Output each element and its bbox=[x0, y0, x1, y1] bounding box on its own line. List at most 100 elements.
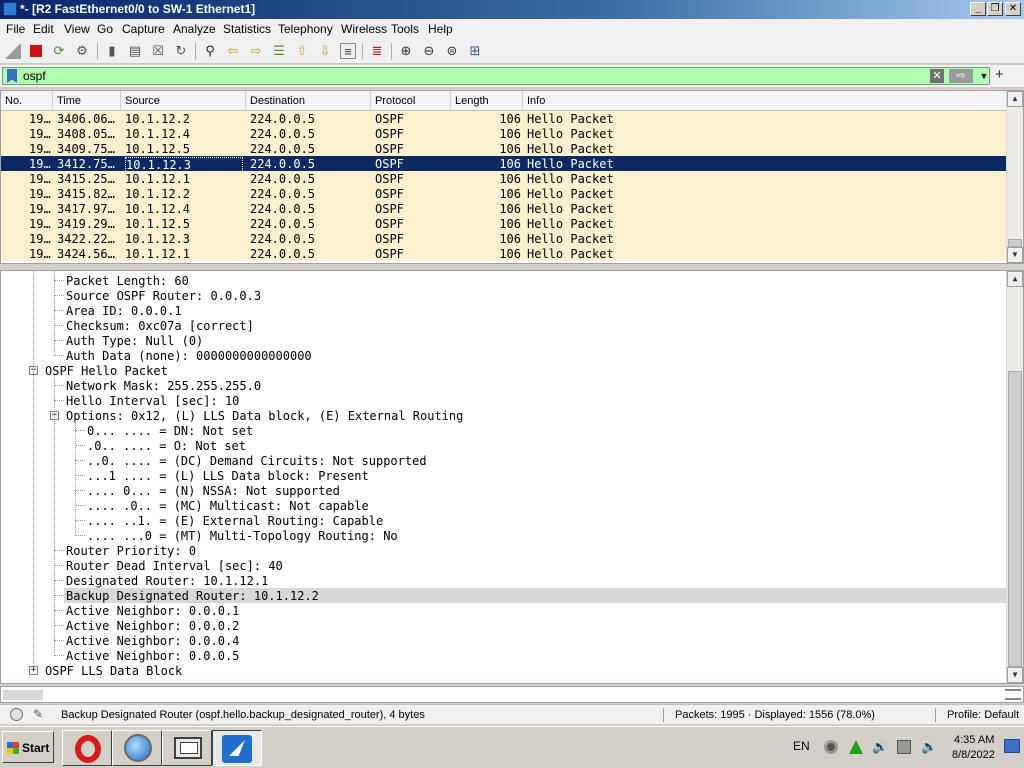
bookmark-icon[interactable] bbox=[7, 69, 17, 83]
language-indicator[interactable]: EN bbox=[793, 739, 810, 753]
tree-field[interactable]: Active Neighbor: 0.0.0.4 bbox=[1, 633, 1007, 648]
tree-field[interactable]: − Options: 0x12, (L) LLS Data block, (E) … bbox=[1, 408, 1007, 423]
packet-row[interactable]: 19… 3415.82… 10.1.12.2 224.0.0.5 OSPF 106 Hell… bbox=[1, 186, 1007, 201]
tree-field[interactable]: .0.. .... = O: Not set bbox=[1, 438, 1007, 453]
clock-date[interactable]: 8/8/2022 bbox=[952, 749, 995, 761]
tree-field[interactable]: Active Neighbor: 0.0.0.5 bbox=[1, 648, 1007, 663]
reload-icon[interactable]: ↻ bbox=[173, 43, 189, 59]
tree-field[interactable]: Router Dead Interval [sec]: 40 bbox=[1, 558, 1007, 573]
last-icon[interactable]: ⇩ bbox=[317, 43, 333, 59]
display-filter-input[interactable] bbox=[23, 68, 903, 84]
find-icon[interactable]: ⚲ bbox=[202, 43, 218, 59]
packet-row[interactable]: 19… 3406.06… 10.1.12.2 224.0.0.5 OSPF 106 Hell… bbox=[1, 111, 1007, 126]
packet-row[interactable]: 19… 3422.22… 10.1.12.3 224.0.0.5 OSPF 106 Hell… bbox=[1, 231, 1007, 246]
tray-update-icon[interactable] bbox=[849, 740, 863, 754]
tree-field[interactable]: .... ...0 = (MT) Multi-Topology Routing:… bbox=[1, 528, 1007, 543]
filter-history-chevron-down-icon[interactable]: ▼ bbox=[978, 68, 990, 84]
tree-field[interactable]: ...1 .... = (L) LLS Data block: Present bbox=[1, 468, 1007, 483]
packet-list-scrollbar[interactable]: ▲ ▼ bbox=[1006, 91, 1023, 263]
packet-row[interactable]: 19… 3408.05… 10.1.12.4 224.0.0.5 OSPF 106 Hell… bbox=[1, 126, 1007, 141]
menu-edit[interactable]: Edit bbox=[33, 22, 54, 36]
stop-icon[interactable] bbox=[28, 43, 44, 59]
packet-row[interactable]: 19… 3412.75… 10.1.12.3 224.0.0.5 OSPF 106 Hell… bbox=[1, 156, 1007, 173]
column-header-source[interactable]: Source bbox=[121, 91, 246, 111]
show-desktop-icon[interactable] bbox=[1004, 739, 1020, 753]
tree-field[interactable]: Backup Designated Router: 10.1.12.2 bbox=[54, 588, 1023, 603]
open-icon[interactable]: ▮ bbox=[104, 43, 120, 59]
shark-fin-icon[interactable] bbox=[5, 43, 21, 59]
start-button[interactable]: Start bbox=[2, 731, 54, 763]
scroll-down-icon[interactable]: ▼ bbox=[1007, 667, 1023, 683]
forward-icon[interactable]: ⇨ bbox=[248, 43, 264, 59]
scroll-thumb[interactable] bbox=[1008, 239, 1022, 247]
taskbar-network-tool[interactable] bbox=[162, 730, 212, 766]
back-icon[interactable]: ⇦ bbox=[225, 43, 241, 59]
tray-media-icon[interactable] bbox=[824, 740, 838, 754]
zoom-reset-icon[interactable]: ⊜ bbox=[444, 43, 460, 59]
tree-field[interactable]: Network Mask: 255.255.255.0 bbox=[1, 378, 1007, 393]
scroll-up-icon[interactable]: ▲ bbox=[1007, 91, 1023, 107]
save-icon[interactable]: ▤ bbox=[127, 43, 143, 59]
tree-section[interactable]: + OSPF LLS Data Block bbox=[1, 663, 1007, 678]
details-scrollbar[interactable]: ▲ ▼ bbox=[1006, 271, 1023, 683]
column-header-no[interactable]: No. bbox=[1, 91, 53, 111]
tree-field[interactable]: Designated Router: 10.1.12.1 bbox=[1, 573, 1007, 588]
first-icon[interactable]: ⇧ bbox=[294, 43, 310, 59]
column-header-time[interactable]: Time bbox=[53, 91, 121, 111]
scroll-down-icon[interactable]: ▼ bbox=[1007, 247, 1023, 263]
menu-view[interactable]: View bbox=[64, 22, 90, 36]
column-header-destination[interactable]: Destination bbox=[246, 91, 371, 111]
tree-field[interactable]: Active Neighbor: 0.0.0.1 bbox=[1, 603, 1007, 618]
column-header-info[interactable]: Info bbox=[523, 91, 1007, 111]
menu-file[interactable]: File bbox=[6, 22, 25, 36]
autoscroll-icon[interactable]: ≡ bbox=[340, 43, 356, 59]
packet-row[interactable]: 19… 3415.25… 10.1.12.1 224.0.0.5 OSPF 106 Hell… bbox=[1, 171, 1007, 186]
tray-volume-warning-icon[interactable]: 🔊 bbox=[872, 740, 888, 754]
expert-info-led-icon[interactable] bbox=[10, 708, 23, 721]
scroll-up-icon[interactable]: ▲ bbox=[1007, 271, 1023, 287]
tree-field[interactable]: Auth Data (none): 0000000000000000 bbox=[1, 348, 1007, 363]
tray-network-icon[interactable] bbox=[897, 740, 911, 754]
menu-help[interactable]: Help bbox=[428, 22, 453, 36]
tree-field[interactable]: Auth Type: Null (0) bbox=[1, 333, 1007, 348]
zoom-out-icon[interactable]: ⊖ bbox=[421, 43, 437, 59]
restart-icon[interactable]: ⟳ bbox=[51, 43, 67, 59]
taskbar-opera[interactable] bbox=[62, 730, 112, 766]
menu-wireless[interactable]: Wireless bbox=[341, 22, 387, 36]
tree-field[interactable]: ..0. .... = (DC) Demand Circuits: Not su… bbox=[1, 453, 1007, 468]
splitter-grip[interactable] bbox=[1005, 689, 1021, 700]
packet-row[interactable]: 19… 3409.75… 10.1.12.5 224.0.0.5 OSPF 106 Hell… bbox=[1, 141, 1007, 156]
tree-field[interactable]: 0... .... = DN: Not set bbox=[1, 423, 1007, 438]
maximize-button[interactable]: ❐ bbox=[987, 2, 1003, 16]
add-filter-button-plus-icon[interactable]: + bbox=[995, 67, 1004, 83]
tree-field[interactable]: Active Neighbor: 0.0.0.2 bbox=[1, 618, 1007, 633]
menu-go[interactable]: Go bbox=[97, 22, 113, 36]
expand-plus-icon[interactable]: + bbox=[29, 666, 38, 675]
menu-tools[interactable]: Tools bbox=[391, 22, 419, 36]
tree-section[interactable]: − OSPF Hello Packet bbox=[1, 363, 1007, 378]
bytes-scroll-thumb[interactable] bbox=[3, 690, 43, 700]
tree-field[interactable]: .... .0.. = (MC) Multicast: Not capable bbox=[1, 498, 1007, 513]
packet-row[interactable]: 19… 3424.56… 10.1.12.1 224.0.0.5 OSPF 106 Hell… bbox=[1, 246, 1007, 261]
tree-field[interactable]: Area ID: 0.0.0.1 bbox=[1, 303, 1007, 318]
packet-row[interactable]: 19… 3419.29… 10.1.12.5 224.0.0.5 OSPF 106 Hell… bbox=[1, 216, 1007, 231]
taskbar-wireshark[interactable] bbox=[212, 730, 262, 766]
tree-field[interactable]: Checksum: 0xc07a [correct] bbox=[1, 318, 1007, 333]
clock-time[interactable]: 4:35 AM bbox=[954, 734, 994, 746]
scroll-thumb[interactable] bbox=[1008, 371, 1022, 667]
packet-row[interactable]: 19… 3417.97… 10.1.12.4 224.0.0.5 OSPF 106 Hell… bbox=[1, 201, 1007, 216]
options-icon[interactable]: ⚙ bbox=[74, 43, 90, 59]
tree-field[interactable]: Source OSPF Router: 0.0.0.3 bbox=[1, 288, 1007, 303]
close-file-icon[interactable]: ☒ bbox=[150, 43, 166, 59]
menu-statistics[interactable]: Statistics bbox=[223, 22, 271, 36]
capture-comment-edit-icon[interactable]: ✎ bbox=[33, 707, 43, 721]
column-header-length[interactable]: Length bbox=[451, 91, 523, 111]
minimize-button[interactable]: _ bbox=[970, 2, 986, 16]
goto-icon[interactable]: ☰ bbox=[271, 43, 287, 59]
tray-speaker-icon[interactable]: 🔉 bbox=[921, 740, 937, 754]
menu-analyze[interactable]: Analyze bbox=[173, 22, 216, 36]
menu-telephony[interactable]: Telephony bbox=[278, 22, 333, 36]
tree-field[interactable]: .... ..1. = (E) External Routing: Capabl… bbox=[1, 513, 1007, 528]
resize-columns-icon[interactable]: ⊞ bbox=[467, 43, 483, 59]
zoom-in-icon[interactable]: ⊕ bbox=[398, 43, 414, 59]
